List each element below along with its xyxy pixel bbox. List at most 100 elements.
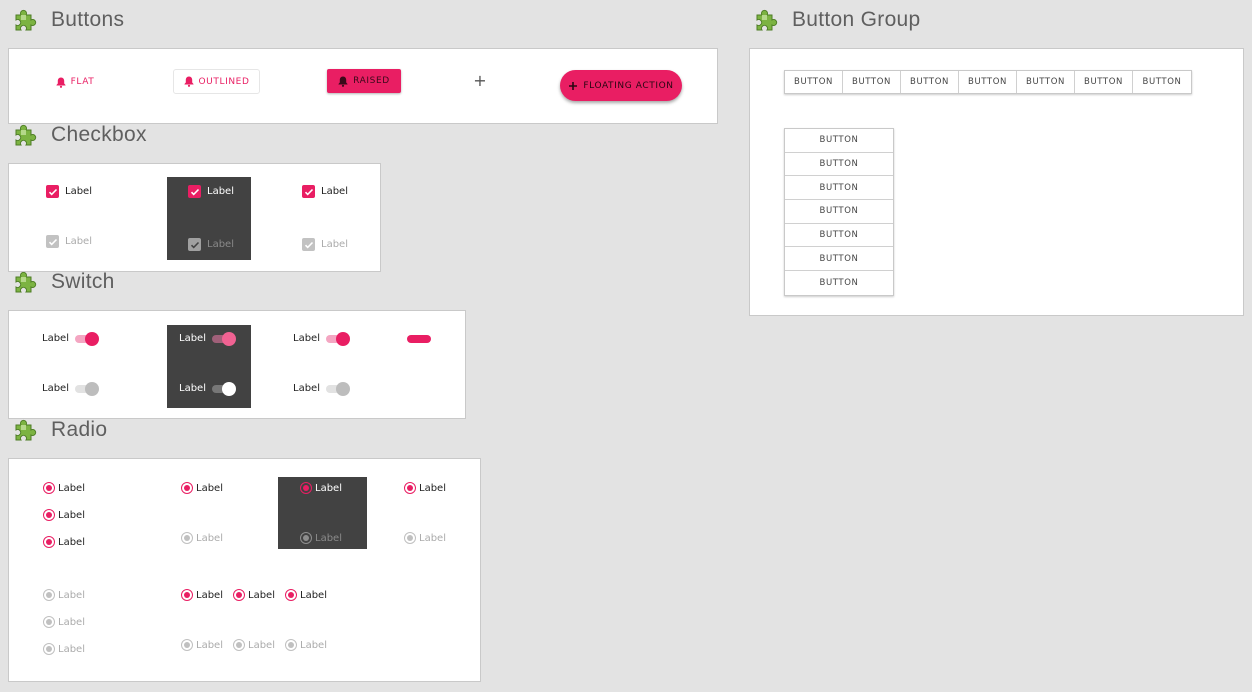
section-title-radio: Radio	[51, 418, 108, 441]
check-icon	[190, 241, 199, 249]
radio-disabled: Label	[181, 532, 223, 544]
raised-button[interactable]: RAISED	[327, 69, 401, 93]
puzzle-icon	[15, 124, 37, 146]
group-button[interactable]: BUTTON	[1075, 71, 1133, 93]
checkbox-label: Label	[321, 186, 348, 197]
switch-track-only[interactable]	[407, 335, 431, 343]
switch-label: Label	[293, 333, 320, 344]
radio-label: Label	[196, 639, 223, 651]
group-button[interactable]: BUTTON	[785, 129, 893, 153]
radio-label: Label	[58, 616, 85, 628]
radio-label: Label	[315, 482, 342, 494]
radio-label: Label	[58, 482, 85, 494]
floating-action-button[interactable]: FLOATING ACTION	[560, 70, 682, 101]
checkbox-dark-disabled: Label	[188, 238, 234, 251]
switch-label: Label	[179, 383, 206, 394]
radio-label: Label	[248, 589, 275, 601]
radio-label: Label	[58, 509, 85, 521]
check-icon	[190, 188, 199, 196]
flat-button-label: FLAT	[70, 77, 95, 87]
radio-label: Label	[248, 639, 275, 651]
switch-on[interactable]: Label	[293, 331, 350, 346]
group-button[interactable]: BUTTON	[785, 247, 893, 272]
radio-label: Label	[58, 589, 85, 601]
group-button[interactable]: BUTTON	[785, 224, 893, 248]
checkbox-dark-checked[interactable]: Label	[188, 185, 234, 198]
group-button[interactable]: BUTTON	[785, 200, 893, 224]
check-icon	[48, 188, 57, 196]
button-group-vertical: BUTTON BUTTON BUTTON BUTTON BUTTON BUTTO…	[784, 128, 894, 296]
puzzle-icon	[756, 9, 778, 31]
radio-label: Label	[300, 589, 327, 601]
group-button[interactable]: BUTTON	[785, 271, 893, 295]
radio-dark-selected[interactable]: Label	[300, 482, 342, 494]
checkbox-label: Label	[321, 239, 348, 250]
radio-selected[interactable]: Label	[404, 482, 446, 494]
switch-label: Label	[42, 383, 69, 394]
checkbox-label: Label	[65, 186, 92, 197]
radio-selected[interactable]: Label	[43, 482, 85, 494]
radio-label: Label	[300, 639, 327, 651]
puzzle-icon	[15, 9, 37, 31]
bell-icon	[338, 76, 348, 87]
group-button[interactable]: BUTTON	[843, 71, 901, 93]
radio-selected[interactable]: Label	[43, 536, 85, 548]
radio-disabled: Label	[43, 643, 85, 655]
group-button[interactable]: BUTTON	[785, 176, 893, 201]
section-title-switch: Switch	[51, 270, 115, 293]
raised-button-label: RAISED	[353, 76, 390, 86]
radio-label: Label	[419, 532, 446, 544]
switch-label: Label	[293, 383, 320, 394]
switch-label: Label	[42, 333, 69, 344]
radio-dark-disabled: Label	[300, 532, 342, 544]
switch-dark-on[interactable]: Label	[179, 331, 236, 346]
radio-selected[interactable]: Label	[43, 509, 85, 521]
checkbox-disabled: Label	[46, 235, 92, 248]
group-button[interactable]: BUTTON	[959, 71, 1017, 93]
switch-off[interactable]: Label	[42, 381, 99, 396]
bell-icon	[56, 77, 66, 88]
radio-selected[interactable]: Label	[181, 482, 223, 494]
radio-disabled: Label	[181, 639, 223, 651]
switch-dark-off[interactable]: Label	[179, 381, 236, 396]
radio-disabled: Label	[404, 532, 446, 544]
check-icon	[48, 238, 57, 246]
check-icon	[304, 241, 313, 249]
checkbox-disabled: Label	[302, 238, 348, 251]
radio-disabled: Label	[233, 639, 275, 651]
group-button[interactable]: BUTTON	[1133, 71, 1191, 93]
switch-label: Label	[179, 333, 206, 344]
radio-label: Label	[419, 482, 446, 494]
radio-selected[interactable]: Label	[233, 589, 275, 601]
switch-on[interactable]: Label	[42, 331, 99, 346]
group-button[interactable]: BUTTON	[785, 71, 843, 93]
switch-disabled: Label	[293, 381, 350, 396]
plus-icon	[569, 81, 578, 90]
checkbox-checked[interactable]: Label	[46, 185, 92, 198]
bell-icon	[184, 76, 193, 87]
radio-label: Label	[196, 482, 223, 494]
radio-disabled: Label	[43, 589, 85, 601]
puzzle-icon	[15, 419, 37, 441]
radio-label: Label	[315, 532, 342, 544]
checkbox-label: Label	[207, 186, 234, 197]
radio-label: Label	[196, 532, 223, 544]
checkbox-label: Label	[65, 236, 92, 247]
group-button[interactable]: BUTTON	[1017, 71, 1075, 93]
flat-button[interactable]: FLAT	[47, 70, 103, 94]
check-icon	[304, 188, 313, 196]
radio-selected[interactable]: Label	[181, 589, 223, 601]
outlined-button[interactable]: OUTLINED	[173, 69, 260, 94]
group-button[interactable]: BUTTON	[901, 71, 959, 93]
radio-label: Label	[58, 536, 85, 548]
section-title-button-group: Button Group	[792, 8, 921, 31]
section-title-checkbox: Checkbox	[51, 123, 147, 146]
radio-disabled: Label	[43, 616, 85, 628]
section-title-buttons: Buttons	[51, 8, 125, 31]
group-button[interactable]: BUTTON	[785, 153, 893, 177]
radio-selected[interactable]: Label	[285, 589, 327, 601]
button-group-horizontal: BUTTON BUTTON BUTTON BUTTON BUTTON BUTTO…	[784, 70, 1192, 94]
checkbox-checked[interactable]: Label	[302, 185, 348, 198]
add-button[interactable]: +	[473, 71, 487, 91]
checkbox-label: Label	[207, 239, 234, 250]
